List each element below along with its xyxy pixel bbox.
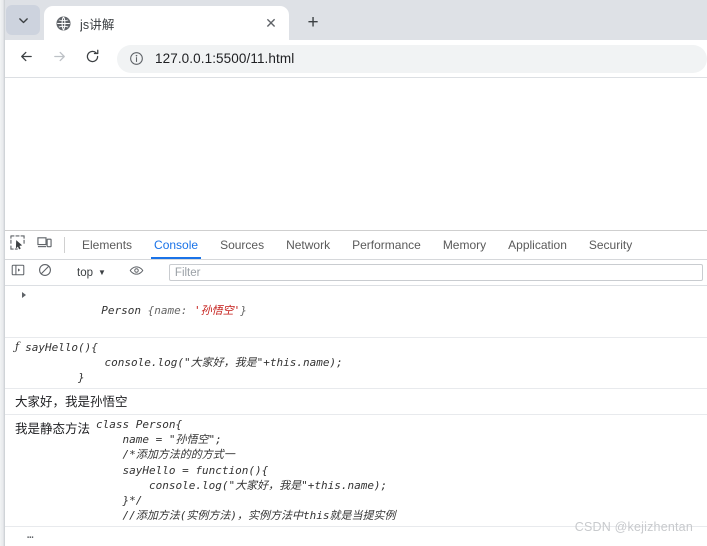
address-bar-url: 127.0.0.1:5500/11.html (155, 51, 295, 66)
tab-memory[interactable]: Memory (432, 231, 497, 259)
tab-network[interactable]: Network (275, 231, 341, 259)
tab-title: js讲解 (80, 17, 115, 32)
arrow-left-icon (18, 48, 35, 70)
reload-icon (84, 48, 101, 70)
window-left-edge (0, 0, 5, 546)
browser-toolbar: 127.0.0.1:5500/11.html (0, 40, 707, 78)
live-expression-icon (129, 263, 144, 283)
browser-window: js讲解 ✕ + 127.0.0.1:5500/11.html Elements… (0, 0, 707, 546)
clear-console-button[interactable] (31, 263, 58, 282)
clear-console-icon (38, 263, 52, 282)
tab-search-button[interactable] (6, 5, 40, 35)
chevron-down-icon (17, 14, 30, 27)
filter-input[interactable]: Filter (168, 264, 703, 281)
inspect-element-button[interactable] (4, 231, 31, 259)
arrow-right-icon (51, 48, 68, 70)
browser-tab[interactable]: js讲解 ✕ (44, 6, 289, 40)
filter-placeholder: Filter (174, 266, 201, 279)
live-expression-button[interactable] (123, 263, 150, 283)
console-message-function[interactable]: ƒ sayHello(){ console.log("大家好，我是"+this.… (0, 338, 707, 390)
tab-strip: js讲解 ✕ + (0, 0, 707, 40)
console-prompt[interactable]: > (0, 542, 707, 546)
reload-button[interactable] (78, 45, 106, 73)
back-button[interactable] (12, 45, 40, 73)
object-prop-value: '孙悟空' (193, 304, 241, 318)
toolbar-divider (64, 237, 65, 253)
execution-context-select[interactable]: top ▼ (73, 267, 110, 279)
object-prop-key: name: (154, 304, 194, 318)
console-sidebar-button[interactable] (4, 263, 31, 282)
expand-arrow-icon[interactable] (22, 292, 26, 298)
tab-application[interactable]: Application (497, 231, 578, 259)
execution-context-label: top (77, 266, 93, 279)
forward-button[interactable] (45, 45, 73, 73)
devtools-panel: Elements Console Sources Network Perform… (0, 231, 707, 546)
console-filter-bar: top ▼ Filter (0, 260, 707, 286)
object-close-brace: } (240, 304, 247, 318)
globe-icon (55, 15, 71, 31)
console-message-mixed[interactable]: 我是静态方法 class Person{ name = "孙悟空"; /*添加方… (0, 415, 707, 528)
tab-console[interactable]: Console (143, 231, 209, 259)
console-message-log[interactable]: 大家好，我是孙悟空 (0, 389, 707, 416)
console-message-object[interactable]: Person {name: '孙悟空'} (0, 286, 707, 338)
tab-elements[interactable]: Elements (71, 231, 143, 259)
object-class-name: Person (101, 304, 148, 318)
inspect-element-icon (10, 235, 25, 255)
tab-sources[interactable]: Sources (209, 231, 275, 259)
device-toolbar-button[interactable] (31, 231, 58, 259)
tab-security[interactable]: Security (578, 231, 643, 259)
log-text: 大家好，我是孙悟空 (15, 395, 128, 410)
console-sidebar-icon (11, 263, 25, 282)
close-icon[interactable]: ✕ (263, 15, 279, 31)
console-output[interactable]: Person {name: '孙悟空'} ƒ sayHello(){ conso… (0, 286, 707, 546)
device-toolbar-icon (37, 235, 52, 255)
address-bar[interactable]: 127.0.0.1:5500/11.html (117, 44, 707, 73)
new-tab-button[interactable]: + (299, 8, 327, 36)
devtools-tabbar: Elements Console Sources Network Perform… (0, 231, 707, 260)
watermark: CSDN @kejizhentan (574, 520, 693, 534)
info-circle-icon[interactable] (124, 47, 148, 71)
function-source: sayHello(){ console.log("大家好，我是"+this.na… (25, 340, 343, 384)
page-viewport (0, 78, 707, 231)
class-source: class Person{ name = "孙悟空"; /*添加方法的的方式一 … (96, 418, 396, 523)
log-label: 我是静态方法 (15, 422, 91, 437)
chevron-down-icon: ▼ (98, 267, 106, 277)
tab-performance[interactable]: Performance (341, 231, 432, 259)
